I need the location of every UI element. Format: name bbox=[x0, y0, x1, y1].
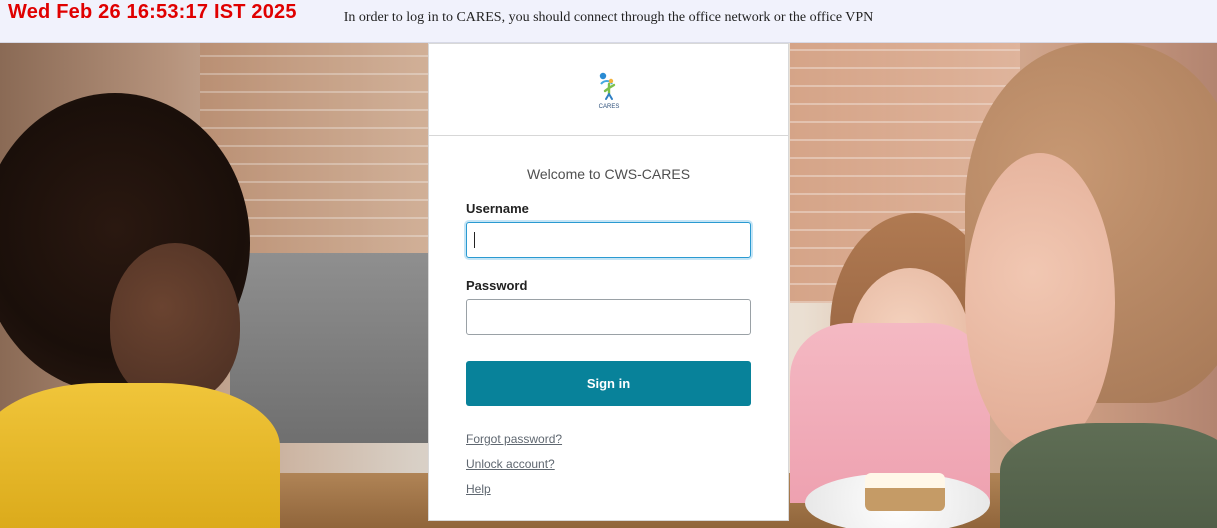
username-label: Username bbox=[466, 201, 529, 216]
text-caret bbox=[474, 232, 475, 248]
username-field-wrapper bbox=[466, 222, 751, 258]
clock-overlay: Wed Feb 26 16:53:17 IST 2025 bbox=[8, 1, 297, 23]
login-card: CARES Welcome to CWS-CARES Username Pass… bbox=[428, 43, 789, 521]
woman-right-face bbox=[965, 153, 1115, 453]
help-link[interactable]: Help bbox=[466, 482, 751, 496]
help-links: Forgot password? Unlock account? Help bbox=[466, 432, 751, 496]
person-left-face bbox=[110, 243, 240, 403]
cake-slice bbox=[865, 473, 945, 511]
woman-right-shirt bbox=[1000, 423, 1217, 528]
welcome-heading: Welcome to CWS-CARES bbox=[526, 166, 691, 182]
login-card-header: CARES bbox=[429, 44, 788, 136]
password-label: Password bbox=[466, 278, 528, 293]
logo-text: CARES bbox=[598, 104, 619, 110]
password-input[interactable] bbox=[466, 299, 751, 335]
person-left-yellow-shirt bbox=[0, 383, 280, 528]
forgot-password-link[interactable]: Forgot password? bbox=[466, 432, 751, 446]
login-form: Username Password Sign in Forgot passwor… bbox=[466, 201, 751, 507]
username-input[interactable] bbox=[466, 222, 751, 258]
cares-logo-icon: CARES bbox=[598, 72, 619, 110]
sign-in-button[interactable]: Sign in bbox=[466, 361, 751, 406]
password-field-wrapper bbox=[466, 299, 751, 335]
unlock-account-link[interactable]: Unlock account? bbox=[466, 457, 751, 471]
